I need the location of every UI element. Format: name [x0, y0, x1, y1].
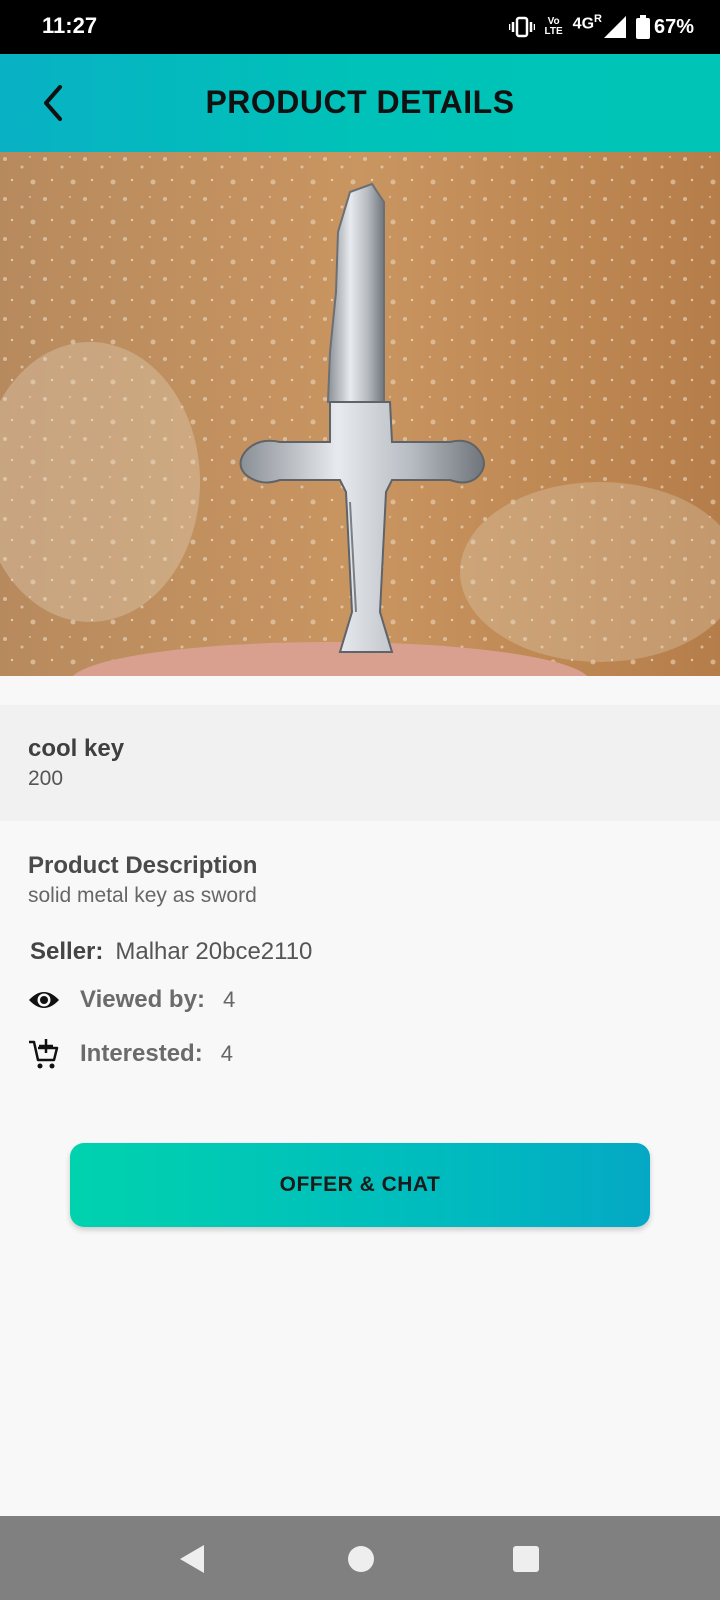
- status-bar: 11:27 Vo LTE 4GR 67%: [0, 0, 720, 54]
- chevron-left-icon: [44, 85, 62, 121]
- product-summary: cool key 200: [0, 705, 720, 821]
- description-text: solid metal key as sword: [28, 884, 257, 907]
- product-name: cool key: [28, 735, 125, 762]
- product-image: [0, 152, 720, 676]
- status-icons: Vo LTE 4GR 67%: [508, 12, 694, 42]
- seller-row: Seller: Malhar 20bce2110: [30, 938, 312, 966]
- offer-chat-button[interactable]: OFFER & CHAT: [70, 1143, 650, 1227]
- roaming-label: R: [594, 12, 602, 25]
- page-title: PRODUCT DETAILS: [205, 84, 515, 120]
- seller-label: Seller:: [30, 938, 104, 965]
- nav-back-icon[interactable]: [178, 1543, 208, 1580]
- interested-row: Interested: 4: [28, 1038, 233, 1070]
- nav-recents-icon[interactable]: [512, 1543, 540, 1580]
- system-nav-bar: [0, 1516, 720, 1600]
- nav-home-icon[interactable]: [347, 1543, 375, 1580]
- volte-line2: LTE: [544, 26, 563, 37]
- viewed-label: Viewed by:: [80, 986, 205, 1013]
- eye-icon: [28, 989, 60, 1011]
- status-time: 11:27: [42, 13, 98, 38]
- viewed-count: 4: [222, 987, 236, 1012]
- battery-percent: 67%: [653, 15, 694, 38]
- back-button[interactable]: [28, 78, 78, 128]
- volte-icon: Vo LTE: [545, 17, 563, 37]
- product-price: 200: [28, 767, 64, 790]
- vibrate-icon: [508, 16, 535, 38]
- signal-icon: [603, 16, 626, 38]
- viewed-row: Viewed by: 4: [28, 986, 235, 1014]
- add-to-cart-icon: [28, 1038, 60, 1070]
- interested-label: Interested:: [80, 1040, 203, 1067]
- interested-count: 4: [220, 1041, 233, 1066]
- network-label: 4G: [572, 15, 595, 33]
- app-header: PRODUCT DETAILS: [0, 54, 720, 152]
- network-type: 4GR: [573, 13, 602, 33]
- seller-name: Malhar 20bce2110: [115, 938, 313, 965]
- description-heading: Product Description: [28, 852, 258, 879]
- battery-icon: [635, 15, 650, 39]
